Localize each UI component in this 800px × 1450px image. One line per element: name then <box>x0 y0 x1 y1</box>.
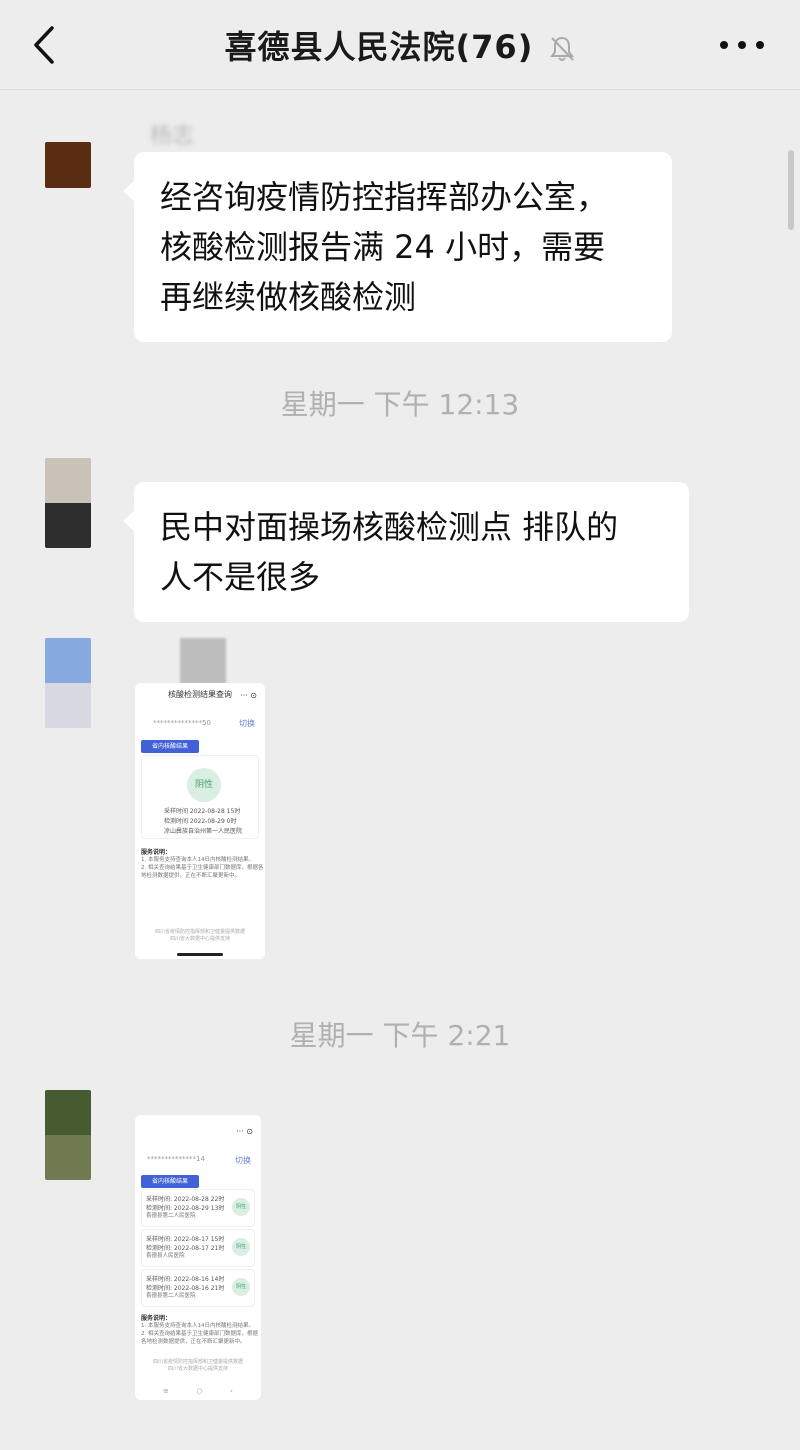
result-card: 阴性 采样时间 2022-08-28 15时 检测时间 2022-08-29 0… <box>141 755 259 839</box>
home-icon: ○ <box>196 1387 203 1395</box>
image-message-screenshot[interactable]: 核酸检测结果查询 ··· ⊙ **************50 切换 省内核酸结… <box>135 683 265 959</box>
test-time: 检测时间: 2022-08-17 21时 <box>146 1245 225 1252</box>
note-line: 2. 相关查询结果基于卫生健康部门数据库，根据各 <box>141 865 264 871</box>
scrollbar[interactable] <box>788 150 794 230</box>
sample-time: 采样时间: 2022-08-17 15时 <box>146 1236 225 1243</box>
masked-id: **************50 <box>153 719 211 727</box>
result-tab: 省内核酸结果 <box>141 740 199 753</box>
message-line: 经咨询疫情防控指挥部办公室， <box>160 178 609 216</box>
note-line: 各地检测数据提供，正在不断汇聚更新中。 <box>141 1339 246 1345</box>
notes-title: 服务说明： <box>141 849 172 856</box>
message-line: 再继续做核酸检测 <box>160 278 417 316</box>
avatar[interactable] <box>45 458 91 548</box>
sample-time: 采样时间: 2022-08-28 22时 <box>146 1196 225 1203</box>
message-bubble[interactable]: 民中对面操场核酸检测点 排队的 人不是很多 <box>123 482 689 622</box>
notes-title: 服务说明： <box>141 1315 172 1322</box>
negative-result: 阴性 <box>232 1198 250 1216</box>
result-record: 采样时间: 2022-08-28 22时 检测时间: 2022-08-29 13… <box>141 1189 255 1227</box>
institution: 喜德县第二人民医院 <box>146 1293 196 1299</box>
switch-link: 切换 <box>235 1156 251 1165</box>
chat-title-text: 喜德县人民法院(76) <box>224 28 534 66</box>
test-time: 检测时间: 2022-08-16 21时 <box>146 1285 225 1292</box>
result-record: 采样时间: 2022-08-16 14时 检测时间: 2022-08-16 21… <box>141 1269 255 1307</box>
chat-title: 喜德县人民法院(76) <box>0 22 800 68</box>
note-line: 地检测数据提供，正在不断汇聚更新中。 <box>141 873 241 879</box>
footer-line: 四川省大数据中心提供支持 <box>169 936 230 942</box>
sender-name: 杨志 <box>150 124 195 149</box>
note-line: 1. 本服务支持查询本人14日内核酸检测结果。 <box>141 857 254 863</box>
sample-time: 采样时间: 2022-08-16 14时 <box>146 1276 225 1283</box>
institution: 凉山彝族自治州第一人民医院 <box>164 828 243 835</box>
close-icon: ··· ⊙ <box>240 691 257 700</box>
message-line: 人不是很多 <box>160 558 321 596</box>
close-icon: ··· ⊙ <box>236 1127 253 1136</box>
android-nav-bar: ≡ ○ ‹ <box>163 1387 233 1395</box>
message-line: 核酸检测报告满 24 小时，需要 <box>160 228 606 266</box>
message-line: 民中对面操场核酸检测点 排队的 <box>160 508 619 546</box>
negative-result: 阴性 <box>187 768 221 802</box>
note-line: 2. 相关查询结果基于卫生健康部门数据库，根据 <box>141 1331 258 1337</box>
timestamp: 星期一 下午 2:21 <box>289 1019 511 1052</box>
message-bubble[interactable]: 经咨询疫情防控指挥部办公室， 核酸检测报告满 24 小时，需要 再继续做核酸检测 <box>123 152 672 342</box>
ellipsis-icon <box>720 41 728 49</box>
footer-line: 四川省大数据中心提供支持 <box>167 1366 228 1372</box>
masked-id: **************14 <box>147 1155 205 1163</box>
result-record: 采样时间: 2022-08-17 15时 检测时间: 2022-08-17 21… <box>141 1229 255 1267</box>
timestamp: 星期一 下午 12:13 <box>280 388 520 421</box>
home-indicator <box>177 953 223 956</box>
sample-time: 采样时间 2022-08-28 15时 <box>164 808 241 815</box>
negative-result: 阴性 <box>232 1238 250 1256</box>
institution: 喜德县第二人民医院 <box>146 1213 196 1219</box>
footer-line: 四川省疫情防控指挥部和卫健委提供数据 <box>154 929 245 935</box>
image-message-screenshot[interactable]: ··· ⊙ **************14 切换 省内核酸结果 采样时间: 2… <box>135 1115 261 1400</box>
test-time: 检测时间 2022-08-29 0时 <box>164 818 237 825</box>
more-options-button[interactable] <box>720 30 764 60</box>
chat-header: 喜德县人民法院(76) <box>0 0 800 90</box>
avatar[interactable] <box>45 638 91 728</box>
switch-link: 切换 <box>239 719 255 728</box>
result-tab: 省内核酸结果 <box>141 1175 199 1188</box>
footer-line: 四川省疫情防控指挥部和卫健委提供数据 <box>152 1359 243 1365</box>
sender-name-blurred <box>180 638 226 684</box>
institution: 喜德县人民医院 <box>146 1253 185 1259</box>
avatar[interactable] <box>45 142 91 188</box>
test-time: 检测时间: 2022-08-29 13时 <box>146 1205 225 1212</box>
back-icon: ‹ <box>230 1387 233 1395</box>
menu-icon: ≡ <box>163 1387 169 1395</box>
bell-slash-icon <box>550 36 575 61</box>
note-line: 1. 本服务支持查询本人14日内核酸检测结果。 <box>141 1323 254 1329</box>
avatar[interactable] <box>45 1090 91 1180</box>
negative-result: 阴性 <box>232 1278 250 1296</box>
